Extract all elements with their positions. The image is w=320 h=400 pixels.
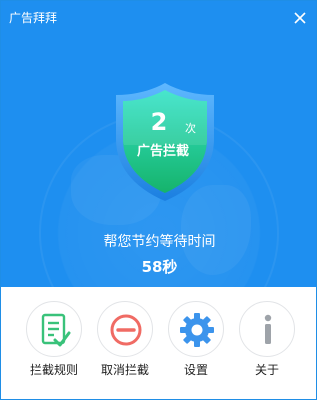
shield-badge xyxy=(113,81,217,203)
rules-button[interactable]: 拦截规则 xyxy=(19,301,89,381)
settings-button[interactable]: 设置 xyxy=(161,301,231,381)
info-icon xyxy=(264,314,272,344)
about-button-circle xyxy=(239,301,295,357)
about-label: 关于 xyxy=(254,363,279,377)
shield-label: 广告拦截 xyxy=(136,144,189,159)
saving-text: 帮您节约等待时间 xyxy=(103,234,216,250)
rules-button-circle xyxy=(26,301,82,357)
about-button[interactable]: 关于 xyxy=(232,301,302,381)
settings-button-circle xyxy=(168,301,224,357)
block-count-unit: 次 xyxy=(185,122,196,135)
cancel-block-button-circle xyxy=(97,301,153,357)
rules-label: 拦截规则 xyxy=(29,363,78,377)
close-icon xyxy=(294,12,306,24)
shield-icon xyxy=(116,83,214,201)
window-title: 广告拜拜 xyxy=(9,11,58,25)
rules-icon xyxy=(41,313,71,347)
cancel-block-label: 取消拦截 xyxy=(100,363,149,377)
settings-label: 设置 xyxy=(183,363,208,377)
gear-icon xyxy=(180,313,214,347)
saving-time: 58秒 xyxy=(141,258,178,276)
cancel-block-button[interactable]: 取消拦截 xyxy=(90,301,160,381)
cancel-icon xyxy=(110,314,142,346)
app-window: 广告拜拜 2 次 广告拦截 帮您节约等待时间 58秒 拦截规则 取消拦截 设置 … xyxy=(0,0,317,400)
block-count: 2 xyxy=(150,108,168,136)
close-button[interactable] xyxy=(291,9,309,27)
